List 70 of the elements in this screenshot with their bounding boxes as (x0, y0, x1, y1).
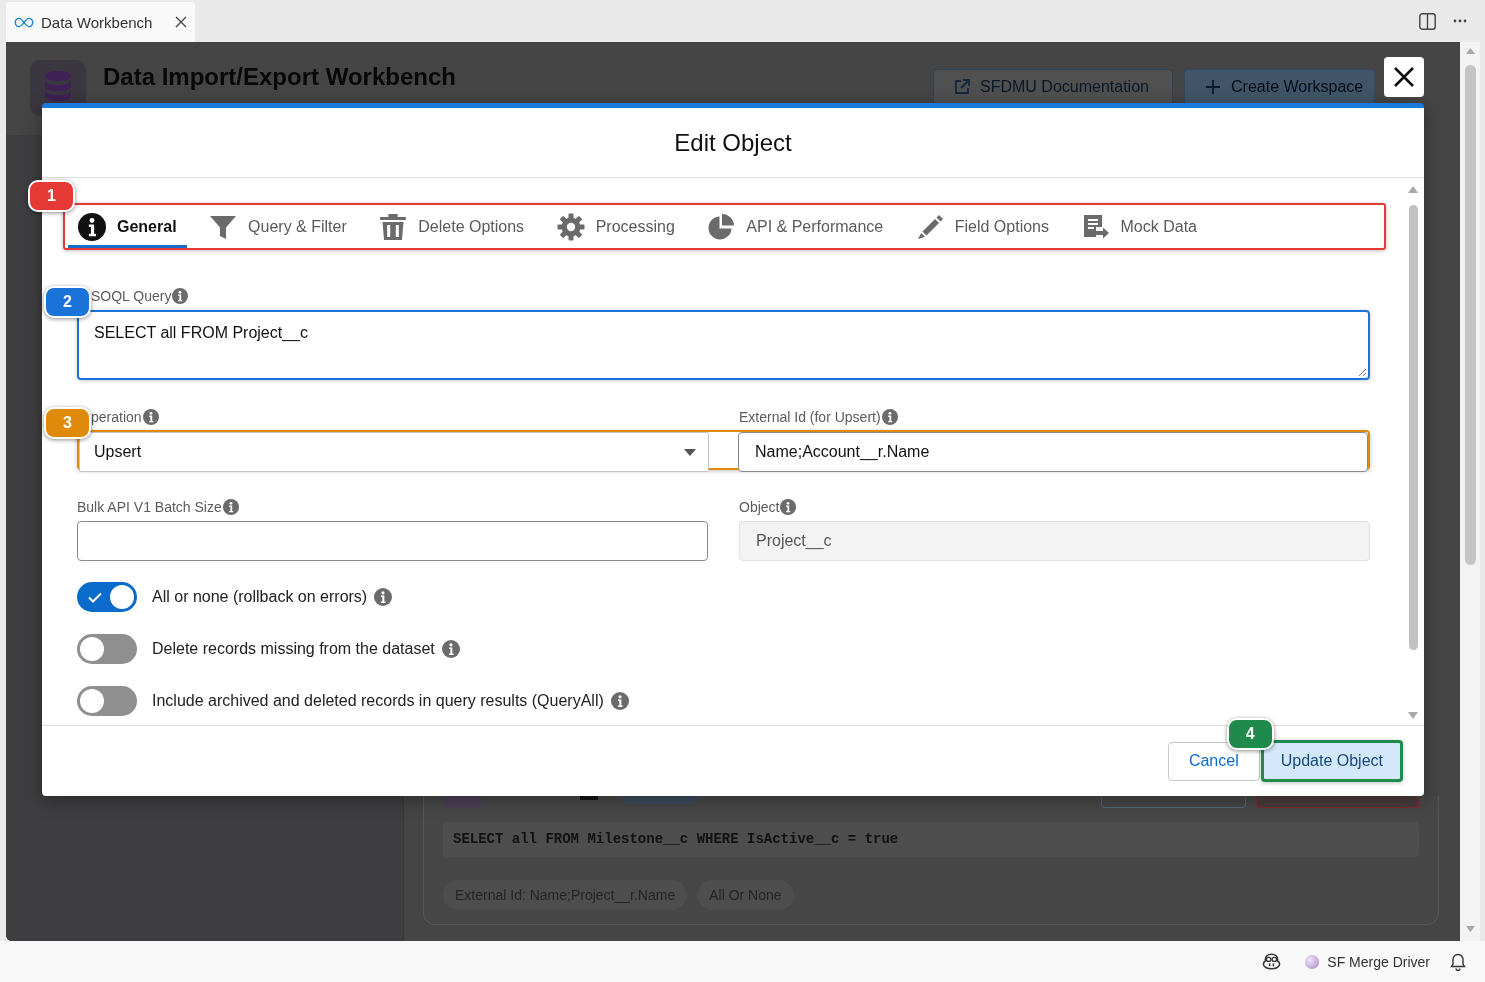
infinity-icon (14, 16, 34, 28)
toggle-switch[interactable] (77, 634, 137, 664)
pencil-icon (915, 212, 944, 241)
info-icon (142, 409, 159, 425)
tab[interactable]: Delete Options (369, 205, 535, 248)
scroll-down-icon[interactable] (1408, 712, 1418, 719)
cancel-button[interactable]: Cancel (1167, 741, 1260, 781)
batch-size-field[interactable] (77, 521, 708, 561)
tab[interactable]: Processing (546, 205, 685, 248)
external-id-field[interactable]: Name;Account__r.Name (738, 432, 1368, 472)
field-label: Object (739, 499, 780, 515)
toggle-switch[interactable] (77, 582, 137, 612)
info-icon (610, 692, 629, 710)
scroll-up-icon[interactable] (1408, 186, 1418, 193)
operation-select[interactable]: Upsert (79, 432, 709, 472)
scroll-down-icon[interactable] (1465, 926, 1475, 932)
icon-tile (443, 796, 483, 808)
update-object-button[interactable]: Update Object (1260, 740, 1403, 782)
field-label: External Id (for Upsert) (739, 409, 881, 425)
scrollbar-thumb[interactable] (1464, 65, 1476, 565)
tab[interactable]: Field Options (905, 205, 1059, 248)
toggle-switch[interactable] (77, 686, 137, 716)
gear-icon (556, 212, 585, 241)
scroll-up-icon[interactable] (1465, 48, 1475, 54)
trash-icon (379, 212, 408, 241)
tab[interactable]: General (68, 205, 187, 248)
info-icon (441, 640, 460, 658)
page-title: Data Import/Export Workbench (103, 63, 456, 91)
document-arrow-icon (1081, 212, 1110, 241)
more-icon[interactable] (1453, 19, 1467, 23)
tab[interactable]: API & Performance (697, 205, 894, 248)
close-icon (1393, 66, 1415, 88)
glyph-icon (580, 796, 598, 800)
field-label: SOQL Query (91, 288, 172, 304)
field-label: Bulk API V1 Batch Size (77, 499, 222, 515)
circle-icon (1305, 954, 1320, 969)
info-icon (780, 499, 797, 515)
caret-down-icon (684, 448, 696, 456)
split-view-icon[interactable] (1419, 12, 1436, 30)
editor-tab[interactable]: Data Workbench (6, 2, 195, 42)
status-item[interactable]: SF Merge Driver (1305, 953, 1430, 970)
info-icon (172, 288, 189, 304)
info-icon (222, 499, 239, 515)
external-link-icon (954, 78, 970, 95)
toggle-label: Delete records missing from the dataset (152, 640, 435, 658)
toggle-label: All or none (rollback on errors) (152, 588, 368, 606)
resize-handle-icon[interactable] (1358, 368, 1366, 376)
toggle-label: Include archived and deleted records in query results (QueryAll) (152, 692, 604, 710)
soql-query-field[interactable]: SELECT all FROM Project__c (77, 310, 1370, 380)
modal-title: Edit Object (674, 128, 792, 157)
tab[interactable]: Query & Filter (199, 205, 357, 248)
info-icon (374, 588, 393, 606)
plus-icon (1205, 78, 1221, 95)
robot-face-icon[interactable] (1262, 953, 1282, 970)
info-icon (78, 212, 106, 241)
info-icon (881, 409, 898, 425)
callout-number: 2 (44, 286, 91, 318)
close-icon[interactable] (175, 16, 187, 28)
field-label: peration (91, 409, 142, 425)
object-field: Project__c (739, 521, 1370, 561)
tab[interactable]: Mock Data (1071, 205, 1207, 248)
pie-chart-icon (707, 212, 736, 241)
callout-number: 1 (28, 180, 75, 212)
close-button[interactable] (1384, 57, 1424, 97)
bell-icon[interactable] (1450, 952, 1466, 971)
scrollbar-thumb[interactable] (1408, 205, 1418, 650)
callout-number: 3 (44, 407, 91, 439)
query-code: SELECT all FROM Milestone__c WHERE IsActive__c = true (443, 822, 1419, 857)
callout-number: 4 (1226, 718, 1274, 750)
check-icon (88, 592, 102, 603)
